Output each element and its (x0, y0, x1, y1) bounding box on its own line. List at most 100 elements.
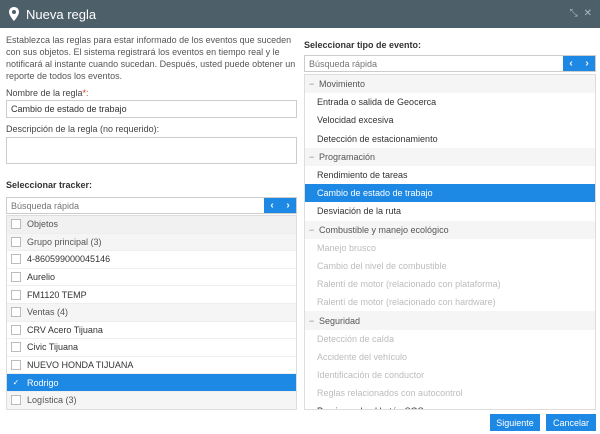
tracker-list: Objetos Grupo principal (3) 4-86059900004… (6, 215, 297, 410)
event-type-item[interactable]: Desviación de la ruta (305, 202, 595, 220)
tracker-row-label: NUEVO HONDA TIJUANA (27, 360, 134, 371)
tracker-row-label: Ventas (4) (27, 307, 69, 318)
event-type-item: Manejo brusco (305, 239, 595, 257)
event-row-label: Desviación de la ruta (317, 206, 402, 217)
event-type-item: Identificación de conductor (305, 366, 595, 384)
tracker-row-label: CRV Acero Tijuana (27, 324, 103, 335)
tracker-item-row[interactable]: CRV Acero Tijuana (7, 322, 296, 340)
next-arrow-icon[interactable]: › (286, 200, 289, 211)
checkbox[interactable] (11, 324, 21, 335)
intro-text: Establezca las reglas para estar informa… (6, 35, 296, 81)
tracker-list-header: Objetos (7, 216, 296, 234)
tracker-row-label: Aurelio (27, 272, 56, 283)
tracker-item-row[interactable]: ✓ Rodrigo (7, 374, 296, 392)
tracker-row-label: FM1120 TEMP (27, 289, 87, 300)
event-group-header[interactable]: − Movimiento (305, 75, 595, 94)
event-type-item: Ralentí de motor (relacionado con plataf… (305, 275, 595, 293)
checkbox[interactable] (11, 360, 21, 371)
tracker-item-row[interactable]: FM1120 TEMP (7, 286, 296, 304)
location-pin-icon (9, 7, 19, 21)
event-type-item: Cambio del nivel de combustible (305, 257, 595, 275)
description-input[interactable] (6, 137, 297, 164)
next-button[interactable]: Siguiente (490, 414, 540, 431)
select-all-checkbox[interactable] (11, 219, 21, 230)
tracker-row-label: Rodrigo (27, 377, 59, 388)
event-row-label: Manejo brusco (317, 242, 377, 253)
event-type-item: Accidente del vehículo (305, 348, 595, 366)
rule-name-input[interactable] (6, 100, 297, 118)
event-type-item[interactable]: Presionando el botón SOS (305, 402, 595, 409)
event-row-label: Movimiento (319, 79, 366, 90)
collapse-icon[interactable]: − (309, 152, 319, 162)
event-group-header[interactable]: − Seguridad (305, 311, 595, 330)
tracker-group-row[interactable]: Logística (3) (7, 391, 296, 409)
event-row-label: Reglas relacionados con autocontrol (317, 388, 463, 399)
event-type-item[interactable]: Velocidad excesiva (305, 111, 595, 129)
event-row-label: Entrada o salida de Geocerca (317, 97, 437, 108)
event-row-label: Combustible y manejo ecológico (319, 224, 449, 235)
event-type-item: Reglas relacionados con autocontrol (305, 384, 595, 402)
event-row-label: Velocidad excesiva (317, 115, 394, 126)
tracker-search-input[interactable] (7, 198, 296, 213)
event-row-label: Detección de caída (317, 333, 395, 344)
tracker-section-title: Seleccionar tracker: (6, 180, 93, 190)
event-row-label: Accidente del vehículo (317, 351, 408, 362)
event-type-list: − Movimiento Entrada o salida de Geocerca V… (304, 74, 596, 410)
collapse-icon[interactable]: − (309, 316, 319, 326)
event-row-label: Ralentí de motor (relacionado con plataf… (317, 279, 501, 290)
event-type-item[interactable]: Rendimiento de tareas (305, 166, 595, 184)
event-row-label: Ralentí de motor (relacionado con hardwa… (317, 297, 496, 308)
tracker-item-row[interactable]: 4-860599000045146 (7, 251, 296, 269)
checkbox[interactable] (11, 342, 21, 353)
window-title: Nueva regla (26, 6, 97, 22)
event-type-item[interactable]: Entrada o salida de Geocerca (305, 93, 595, 111)
event-group-header[interactable]: − Programación (305, 147, 595, 166)
checkbox[interactable] (11, 236, 21, 247)
close-icon[interactable]: ✕ (584, 8, 592, 19)
tracker-row-label: 4-860599000045146 (27, 254, 111, 265)
event-type-item: Ralentí de motor (relacionado con hardwa… (305, 293, 595, 311)
required-mark: *: (82, 88, 89, 98)
event-type-item[interactable]: Cambio de estado de trabajo (305, 184, 595, 203)
event-row-label: Identificación de conductor (317, 370, 425, 381)
checkbox[interactable] (11, 254, 21, 265)
event-row-label: Seguridad (319, 315, 361, 326)
prev-arrow-icon[interactable]: ‹ (270, 200, 273, 211)
collapse-icon[interactable]: − (309, 225, 319, 235)
tracker-group-row[interactable]: Ventas (4) (7, 303, 296, 322)
maximize-icon[interactable]: ⤡ (570, 8, 578, 19)
rule-name-label: Nombre de la regla*: (6, 88, 89, 98)
event-section-title: Seleccionar tipo de evento: (304, 40, 422, 50)
tracker-row-label: Civic Tijuana (27, 342, 79, 353)
tracker-search: ‹ › (6, 197, 297, 214)
tracker-group-row[interactable]: Grupo principal (3) (7, 233, 296, 252)
tracker-item-row[interactable]: Civic Tijuana (7, 339, 296, 357)
event-row-label: Cambio de estado de trabajo (317, 188, 433, 199)
checkbox[interactable] (11, 272, 21, 283)
window-titlebar: Nueva regla ⤡ ✕ (0, 0, 600, 28)
event-row-label: Programación (319, 151, 376, 162)
tracker-item-row[interactable]: Aurelio (7, 269, 296, 287)
event-type-item[interactable]: Detección de estacionamiento (305, 130, 595, 148)
tracker-row-label: Logística (3) (27, 395, 77, 406)
cancel-button[interactable]: Cancelar (546, 414, 596, 431)
next-arrow-icon[interactable]: › (585, 58, 588, 69)
tracker-row-label: Grupo principal (3) (27, 236, 102, 247)
checkbox[interactable] (11, 289, 21, 300)
description-label: Descripción de la regla (no requerido): (6, 124, 160, 134)
checkbox[interactable] (11, 307, 21, 318)
event-nav-buttons: ‹ › (563, 56, 595, 71)
tracker-nav-buttons: ‹ › (264, 198, 296, 213)
event-row-label: Rendimiento de tareas (317, 170, 408, 181)
event-row-label: Detección de estacionamiento (317, 133, 438, 144)
prev-arrow-icon[interactable]: ‹ (569, 58, 572, 69)
collapse-icon[interactable]: − (309, 79, 319, 89)
checkbox[interactable] (11, 395, 21, 406)
event-type-item: Detección de caída (305, 330, 595, 348)
event-row-label: Presionando el botón SOS (317, 406, 424, 409)
tracker-item-row[interactable]: NUEVO HONDA TIJUANA (7, 357, 296, 375)
event-row-label: Cambio del nivel de combustible (317, 260, 447, 271)
event-search-input[interactable] (305, 56, 595, 71)
checked-checkbox[interactable]: ✓ (11, 378, 21, 388)
event-group-header[interactable]: − Combustible y manejo ecológico (305, 220, 595, 239)
